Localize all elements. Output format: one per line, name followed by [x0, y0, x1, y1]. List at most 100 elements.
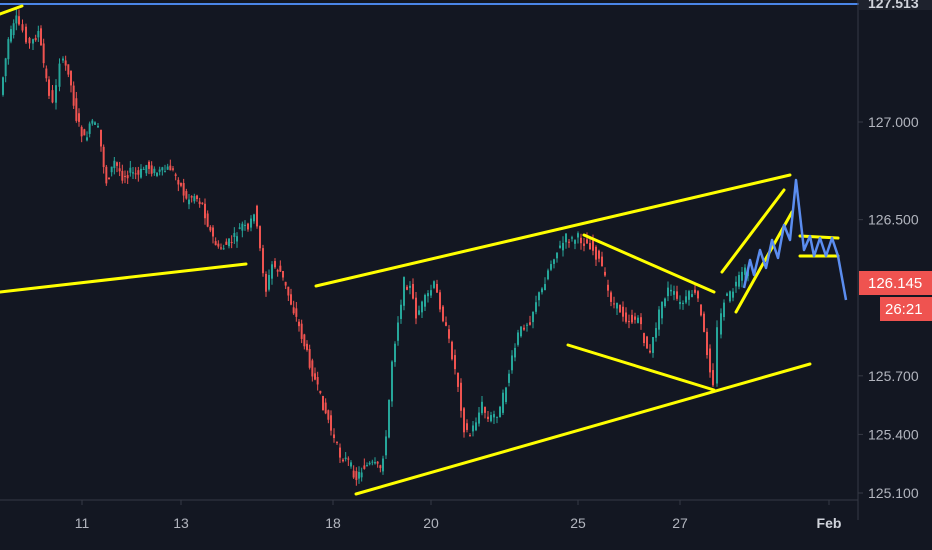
candle-body [150, 165, 153, 174]
candle-body [676, 291, 678, 299]
candle-body [700, 304, 702, 316]
candle-body [2, 77, 4, 95]
candle-body [511, 355, 513, 371]
candle-body [601, 256, 603, 267]
candle-body [28, 37, 31, 44]
rising-channel-upper-line [720, 188, 786, 274]
candle-body [583, 243, 585, 246]
candle-body [282, 270, 284, 278]
candle-body [412, 283, 414, 299]
candle-body [643, 333, 645, 344]
candle-body [604, 271, 606, 276]
candle-body [499, 406, 501, 418]
candle-body [259, 226, 261, 249]
price-tick-label: 125.100 [868, 485, 919, 501]
candle-body [253, 214, 255, 222]
candle-body [691, 294, 693, 297]
candle-body [177, 179, 180, 185]
candle-body [741, 271, 743, 281]
candle-body [430, 290, 432, 296]
candle-body [118, 168, 121, 172]
candle-body [230, 241, 233, 243]
candle-body [427, 293, 429, 297]
candle-body [271, 264, 273, 279]
candle-body [358, 471, 360, 479]
candle-body [344, 457, 347, 460]
candle-body [517, 332, 519, 345]
candle-body [148, 161, 150, 169]
candle-body [311, 360, 314, 377]
candle-body [276, 270, 279, 272]
chart-container[interactable]: 127.000 126.500 125.700 125.400 125.100 … [0, 0, 932, 550]
candle-body [439, 292, 441, 310]
candle-body [613, 303, 615, 305]
candle-body [610, 292, 612, 302]
candle-body [188, 199, 190, 205]
channel-lower-trendline [354, 362, 812, 496]
candle-body [667, 287, 669, 297]
candle-body [523, 327, 525, 330]
candle-body [91, 120, 94, 124]
candle-body [385, 436, 387, 456]
candle-body [409, 285, 411, 288]
candle-body [174, 174, 177, 176]
candle-body [661, 301, 663, 319]
candle-body [158, 169, 161, 172]
candle-body [265, 273, 267, 292]
candle-body [78, 113, 80, 122]
candle-body [433, 281, 435, 288]
candle-body [164, 171, 166, 173]
candle-body [472, 425, 474, 432]
candle-body [300, 323, 303, 339]
candle-body [51, 90, 54, 103]
candle-body [658, 309, 660, 330]
candle-body [241, 223, 244, 231]
candle-body [735, 281, 737, 287]
candle-body [182, 183, 185, 196]
candle-body [222, 248, 225, 250]
candle-body [214, 241, 217, 246]
candle-body [156, 172, 158, 176]
candle-body [185, 191, 188, 199]
candle-body [720, 313, 722, 335]
candle-body [37, 31, 40, 38]
candle-body [592, 240, 594, 251]
candle-body [80, 126, 83, 137]
candle-body [729, 291, 731, 302]
candle-body [371, 461, 374, 463]
candle-body [652, 337, 654, 353]
candle-body [298, 321, 300, 327]
candle-body [649, 350, 651, 353]
wedge-lower-line [566, 343, 716, 392]
candle-body [292, 307, 295, 314]
current-price-label: 126.145 [868, 275, 922, 292]
candle-body [738, 275, 740, 287]
candle-body [544, 284, 546, 291]
candle-body [589, 243, 591, 250]
candle-body [116, 162, 118, 166]
trendline-support-left [0, 262, 248, 294]
candle-body [451, 341, 453, 360]
candle-body [124, 175, 126, 177]
candle-body [352, 470, 355, 478]
candle-body [12, 23, 15, 36]
candle-body [366, 465, 368, 467]
candle-body [201, 202, 204, 204]
candle-body [732, 291, 734, 298]
candle-body [514, 347, 516, 358]
candle-body [619, 304, 621, 313]
candle-body [688, 291, 690, 300]
time-tick-label: 25 [570, 515, 586, 531]
candle-body [484, 407, 486, 413]
candle-body [100, 129, 102, 147]
candle-body [287, 286, 290, 296]
candle-body [137, 170, 140, 175]
candle-body [454, 355, 456, 370]
candle-body [475, 422, 477, 431]
candle-body [327, 410, 330, 420]
wedge-upper-line [582, 233, 716, 294]
candle-body [391, 361, 393, 402]
candle-body [193, 196, 196, 202]
candle-body [32, 39, 34, 44]
price-chart[interactable]: 127.000 126.500 125.700 125.400 125.100 … [0, 0, 932, 550]
